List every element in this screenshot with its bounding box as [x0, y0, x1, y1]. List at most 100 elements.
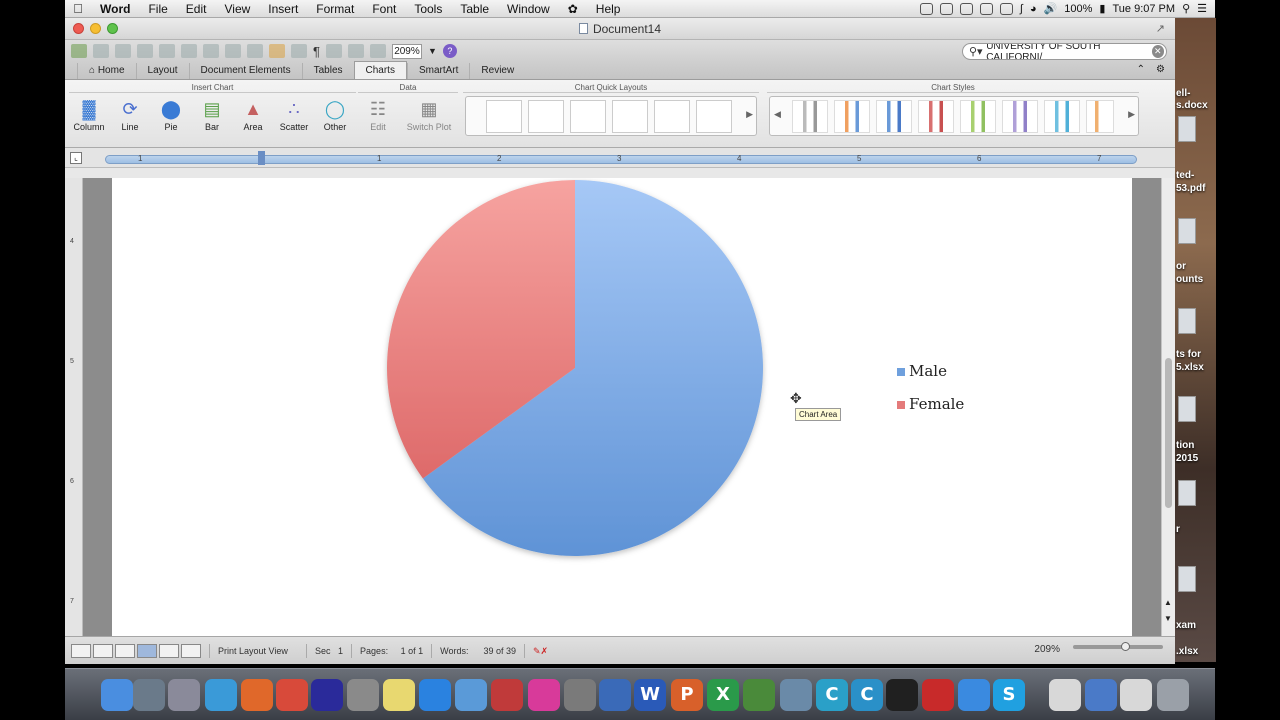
view-icon[interactable]	[325, 44, 342, 58]
globe-icon[interactable]	[743, 679, 775, 711]
zoom-dropdown-icon[interactable]: ▼	[428, 46, 437, 56]
notification-center-icon[interactable]: ☰	[1197, 2, 1207, 15]
layout-thumbnail[interactable]	[696, 100, 732, 133]
scroll-up-icon[interactable]: ▲	[1164, 598, 1172, 607]
chart-styles-gallery[interactable]: ◀ ▶	[769, 96, 1139, 136]
style-thumbnail[interactable]	[876, 100, 912, 133]
word-icon[interactable]: W	[634, 679, 666, 711]
menu-app-word[interactable]: Word	[91, 2, 139, 16]
clear-search-icon[interactable]: ✕	[1151, 45, 1164, 58]
legend-swatch-male[interactable]	[897, 368, 905, 376]
desktop-file-icon[interactable]	[1178, 480, 1196, 506]
style-thumbnail[interactable]	[1044, 100, 1080, 133]
powerpoint-icon[interactable]: P	[671, 679, 703, 711]
bar-chart-button[interactable]: ▤ Bar	[192, 96, 232, 132]
colloquy-icon[interactable]	[780, 679, 812, 711]
bluetooth-icon[interactable]: ∫	[1020, 3, 1023, 15]
menu-edit[interactable]: Edit	[177, 2, 216, 16]
desktop-file-icon[interactable]	[1178, 396, 1196, 422]
desktop-file-icon[interactable]	[1178, 566, 1196, 592]
save-icon[interactable]	[137, 44, 153, 58]
format-painter-icon[interactable]	[247, 44, 263, 58]
launchpad-icon[interactable]	[168, 679, 200, 711]
desktop-file-icon[interactable]	[1178, 218, 1196, 244]
gallery-prev-icon[interactable]: ◀	[774, 109, 781, 120]
messages-icon[interactable]	[958, 679, 990, 711]
print-layout-view-button[interactable]	[137, 643, 157, 658]
firefox-icon[interactable]	[241, 679, 273, 711]
spelling-status-icon[interactable]: ✎✗	[524, 643, 556, 658]
c-app-icon-1[interactable]: C	[816, 679, 848, 711]
style-thumbnail[interactable]	[792, 100, 828, 133]
words-info[interactable]: Words: 39 of 39	[431, 643, 524, 658]
layout-thumbnail[interactable]	[528, 100, 564, 133]
zoom-slider-knob[interactable]	[1121, 642, 1130, 651]
itunes-helper-icon[interactable]	[455, 679, 487, 711]
desktop-file-icon[interactable]	[1178, 308, 1196, 334]
trash-icon[interactable]	[1157, 679, 1189, 711]
chart-area[interactable]: Male Female	[112, 178, 1132, 636]
battery-icon[interactable]: ▮	[1099, 2, 1105, 15]
desktop-file-label[interactable]: r	[1176, 524, 1180, 535]
scrollbar-thumb[interactable]	[1165, 358, 1172, 508]
checkmark-icon[interactable]	[939, 2, 953, 15]
redo-icon[interactable]	[291, 44, 307, 58]
stickies-icon[interactable]	[383, 679, 415, 711]
spotlight-icon[interactable]: ⚲	[1182, 2, 1190, 15]
tab-home[interactable]: ⌂ Home	[77, 63, 136, 79]
show-formatting-icon[interactable]: ¶	[313, 44, 320, 59]
desktop-file-label[interactable]: tion	[1176, 440, 1194, 451]
gallery-next-icon[interactable]: ▶	[1128, 109, 1135, 120]
legend-swatch-female[interactable]	[897, 401, 905, 409]
help-icon[interactable]: ?	[442, 44, 457, 58]
excel-doc-icon[interactable]	[1120, 679, 1152, 711]
draft-view-button[interactable]	[71, 643, 91, 658]
style-thumbnail[interactable]	[834, 100, 870, 133]
layout-thumbnail[interactable]	[570, 100, 606, 133]
layout-thumbnail[interactable]	[486, 100, 522, 133]
menu-file[interactable]: File	[139, 2, 176, 16]
search-field[interactable]: ⚲▾ UNIVERSITY OF SOUTH CALIFORNI/ ✕	[962, 43, 1167, 60]
time-machine-icon[interactable]	[999, 2, 1013, 15]
focus-view-button[interactable]	[181, 643, 201, 658]
facetime-icon[interactable]	[347, 679, 379, 711]
calculator-icon[interactable]	[599, 679, 631, 711]
publishing-view-button[interactable]	[115, 643, 135, 658]
documents-icon[interactable]	[1049, 679, 1081, 711]
script-menu-icon[interactable]: ✿	[559, 2, 587, 16]
menu-font[interactable]: Font	[363, 2, 405, 16]
layout-thumbnail[interactable]	[654, 100, 690, 133]
record-icon[interactable]	[919, 2, 933, 15]
gallery-next-icon[interactable]: ▶	[746, 109, 753, 120]
tab-tables[interactable]: Tables	[301, 63, 354, 79]
pie-chart-button[interactable]: ⬤ Pie	[151, 96, 191, 132]
vertical-scrollbar[interactable]: ▲ ▼	[1161, 178, 1175, 636]
preview-icon[interactable]	[133, 679, 165, 711]
tab-layout[interactable]: Layout	[135, 63, 189, 79]
document-page[interactable]: Male Female ✥ Chart Area	[112, 178, 1132, 636]
style-thumbnail[interactable]	[918, 100, 954, 133]
legend-label-male[interactable]: Male	[909, 362, 947, 380]
chrome-icon[interactable]	[276, 679, 308, 711]
terminal-icon[interactable]	[886, 679, 918, 711]
collapse-ribbon-icon[interactable]: ⌃	[1137, 64, 1145, 75]
undo-icon[interactable]	[269, 44, 285, 58]
style-thumbnail[interactable]	[1002, 100, 1038, 133]
horizontal-ruler[interactable]: ⌞ 1 1 2 3 4 5 6 7	[65, 148, 1175, 168]
battery-text[interactable]: 100%	[1064, 3, 1092, 15]
photobooth-icon[interactable]	[491, 679, 523, 711]
desktop-file-label[interactable]: .xlsx	[1176, 646, 1198, 657]
copy-icon[interactable]	[203, 44, 219, 58]
finder-icon[interactable]	[101, 679, 133, 711]
menu-tools[interactable]: Tools	[405, 2, 451, 16]
zoom-slider[interactable]	[1073, 642, 1163, 651]
paste-icon[interactable]	[225, 44, 241, 58]
dropbox-icon[interactable]	[419, 679, 451, 711]
display-icon[interactable]	[979, 2, 993, 15]
desktop-file-label[interactable]: or	[1176, 261, 1186, 272]
layout-thumbnail[interactable]	[612, 100, 648, 133]
system-preferences-icon[interactable]	[564, 679, 596, 711]
scroll-down-icon[interactable]: ▼	[1164, 614, 1172, 623]
menu-table[interactable]: Table	[451, 2, 498, 16]
column-chart-button[interactable]: ▓ Column	[69, 96, 109, 132]
